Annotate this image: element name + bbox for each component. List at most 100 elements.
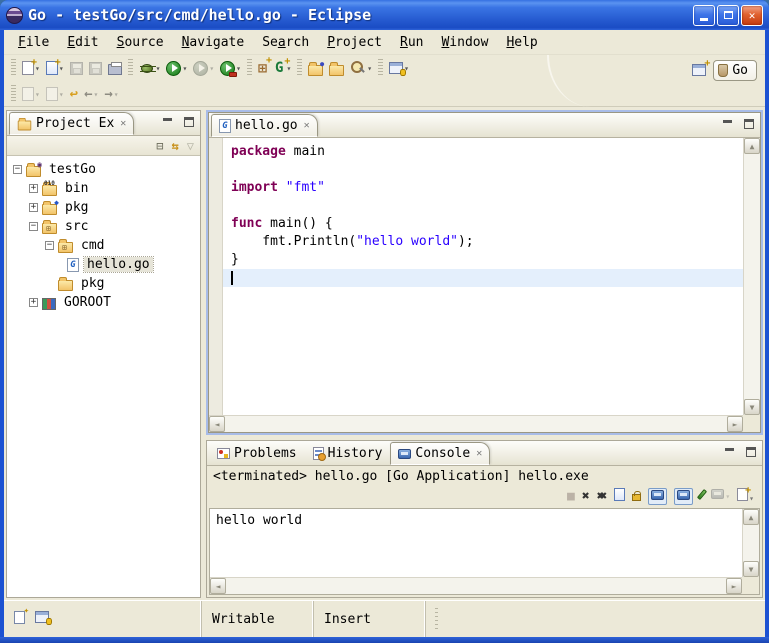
console-horizontal-scrollbar[interactable]: ◄ ► [210, 577, 742, 594]
titlebar[interactable]: Go - testGo/src/cmd/hello.go - Eclipse ✕ [0, 0, 769, 30]
open-console-button[interactable]: +▾ [737, 488, 754, 505]
save-all-button[interactable] [86, 57, 105, 79]
new-go-element-button[interactable]: G+▾ [270, 57, 294, 79]
tab-problems[interactable]: Problems [209, 442, 305, 465]
collapse-all-button[interactable]: ⊟ [156, 139, 163, 153]
run-button[interactable]: ▾ [163, 57, 190, 79]
maximize-view-button[interactable] [181, 115, 196, 128]
menu-navigate[interactable]: Navigate [174, 33, 253, 52]
tree-row-pkg[interactable]: + ◆ pkg [7, 198, 200, 217]
editor-vertical-scrollbar[interactable]: ▲ ▼ [743, 138, 760, 415]
tree-label[interactable]: pkg [62, 200, 91, 215]
tree-label[interactable]: pkg [78, 276, 107, 291]
tree-row-src[interactable]: − ⊞ src [7, 217, 200, 236]
back-button[interactable]: ←▾ [81, 83, 101, 105]
minimize-console-button[interactable] [722, 445, 737, 458]
run-external-tools-button[interactable]: ▾ [217, 57, 244, 79]
show-view-tray-button[interactable] [35, 611, 49, 627]
maximize-console-button[interactable] [743, 445, 758, 458]
tree-row-goroot[interactable]: + GOROOT [7, 293, 200, 312]
pin-console-button[interactable] [700, 489, 704, 503]
expander-icon[interactable]: + [29, 298, 38, 307]
scroll-up-icon[interactable]: ▲ [743, 509, 759, 525]
profile-button[interactable]: ▾ [190, 57, 217, 79]
forward-button[interactable]: →▾ [101, 83, 121, 105]
new-editor-button[interactable]: +▾ [43, 57, 67, 79]
toolbar-handle[interactable] [11, 85, 16, 103]
close-view-icon[interactable]: ✕ [118, 118, 126, 129]
code-line-current[interactable] [223, 269, 743, 287]
tree-row-hello-go[interactable]: G hello.go [7, 255, 200, 274]
expander-icon[interactable]: − [13, 165, 22, 174]
tree-label[interactable]: bin [62, 181, 91, 196]
code-area[interactable]: package main import "fmt" func main() { … [223, 138, 743, 415]
scroll-down-icon[interactable]: ▼ [744, 399, 760, 415]
code-line[interactable]: } [223, 251, 743, 269]
minimize-button[interactable] [693, 5, 715, 26]
tree-label[interactable]: hello.go [84, 257, 153, 272]
previous-annotation-button[interactable]: ▾ [43, 83, 67, 105]
open-perspective-button[interactable]: + [689, 59, 709, 81]
menu-help[interactable]: Help [498, 33, 545, 52]
maximize-editor-button[interactable] [741, 117, 756, 130]
console-vertical-scrollbar[interactable]: ▲ ▼ [742, 509, 759, 577]
expander-icon[interactable]: + [29, 203, 38, 212]
go-perspective-button[interactable]: Go [713, 60, 757, 81]
menu-file[interactable]: File [10, 33, 57, 52]
tree-label[interactable]: cmd [78, 238, 107, 253]
new-go-project-button[interactable]: ⊞+ [255, 57, 270, 79]
code-line[interactable]: func main() { [223, 215, 743, 233]
show-console-stdout-button[interactable] [648, 488, 667, 505]
display-selected-console-button[interactable]: ▾ [711, 489, 730, 503]
tree-row-bin[interactable]: + 010 bin [7, 179, 200, 198]
close-button[interactable]: ✕ [741, 5, 763, 26]
code-line[interactable]: fmt.Println("hello world"); [223, 233, 743, 251]
tree-label[interactable]: src [62, 219, 91, 234]
import-button[interactable]: ● [305, 57, 326, 79]
search-button[interactable]: ▾ [347, 57, 375, 79]
remove-all-terminated-button[interactable]: ✖✖ [597, 490, 608, 503]
scroll-left-icon[interactable]: ◄ [210, 578, 226, 594]
scroll-left-icon[interactable]: ◄ [209, 416, 225, 432]
tree-row-testgo[interactable]: − ◉ testGo [7, 160, 200, 179]
tab-history[interactable]: History [305, 442, 391, 465]
tab-console[interactable]: Console ✕ [390, 442, 490, 465]
print-button[interactable] [105, 57, 125, 79]
scroll-lock-button[interactable] [632, 489, 641, 504]
view-menu-button[interactable]: ▽ [187, 139, 194, 153]
tab-project-explorer[interactable]: Project Ex ✕ [9, 112, 134, 135]
console-output[interactable]: hello world [210, 509, 742, 577]
scroll-right-icon[interactable]: ► [726, 578, 742, 594]
tree-label[interactable]: testGo [46, 162, 99, 177]
minimize-editor-button[interactable] [720, 117, 735, 130]
show-console-stderr-button[interactable] [674, 488, 693, 505]
scroll-right-icon[interactable]: ► [727, 416, 743, 432]
expander-icon[interactable]: − [29, 222, 38, 231]
tree-row-cmd[interactable]: − ⊞ cmd [7, 236, 200, 255]
code-line[interactable] [223, 161, 743, 179]
scroll-down-icon[interactable]: ▼ [743, 561, 759, 577]
menu-project[interactable]: Project [319, 33, 390, 52]
new-button[interactable]: +▾ [19, 57, 43, 79]
code-line[interactable]: package main [223, 143, 743, 161]
code-line[interactable] [223, 197, 743, 215]
remove-launch-button[interactable]: ✖ [582, 490, 590, 503]
expander-icon[interactable]: − [45, 241, 54, 250]
next-annotation-button[interactable]: ▾ [19, 83, 43, 105]
toolbar-handle[interactable] [11, 59, 16, 77]
editor-horizontal-scrollbar[interactable]: ◄ ► [209, 415, 743, 432]
menu-edit[interactable]: Edit [59, 33, 106, 52]
code-line[interactable]: import "fmt" [223, 179, 743, 197]
tab-hello-go[interactable]: G hello.go ✕ [211, 114, 318, 137]
tree-label[interactable]: GOROOT [61, 295, 114, 310]
debug-button[interactable]: ▾ [136, 57, 164, 79]
minimize-view-button[interactable] [160, 115, 175, 128]
clear-console-button[interactable] [614, 488, 625, 504]
menu-search[interactable]: Search [254, 33, 317, 52]
code-editor[interactable]: package main import "fmt" func main() { … [209, 138, 743, 415]
show-view-button[interactable]: ▾ [386, 57, 412, 79]
save-button[interactable] [67, 57, 86, 79]
expander-icon[interactable]: + [29, 184, 38, 193]
close-editor-icon[interactable]: ✕ [302, 120, 310, 131]
tree-row-pkg-leaf[interactable]: pkg [7, 274, 200, 293]
